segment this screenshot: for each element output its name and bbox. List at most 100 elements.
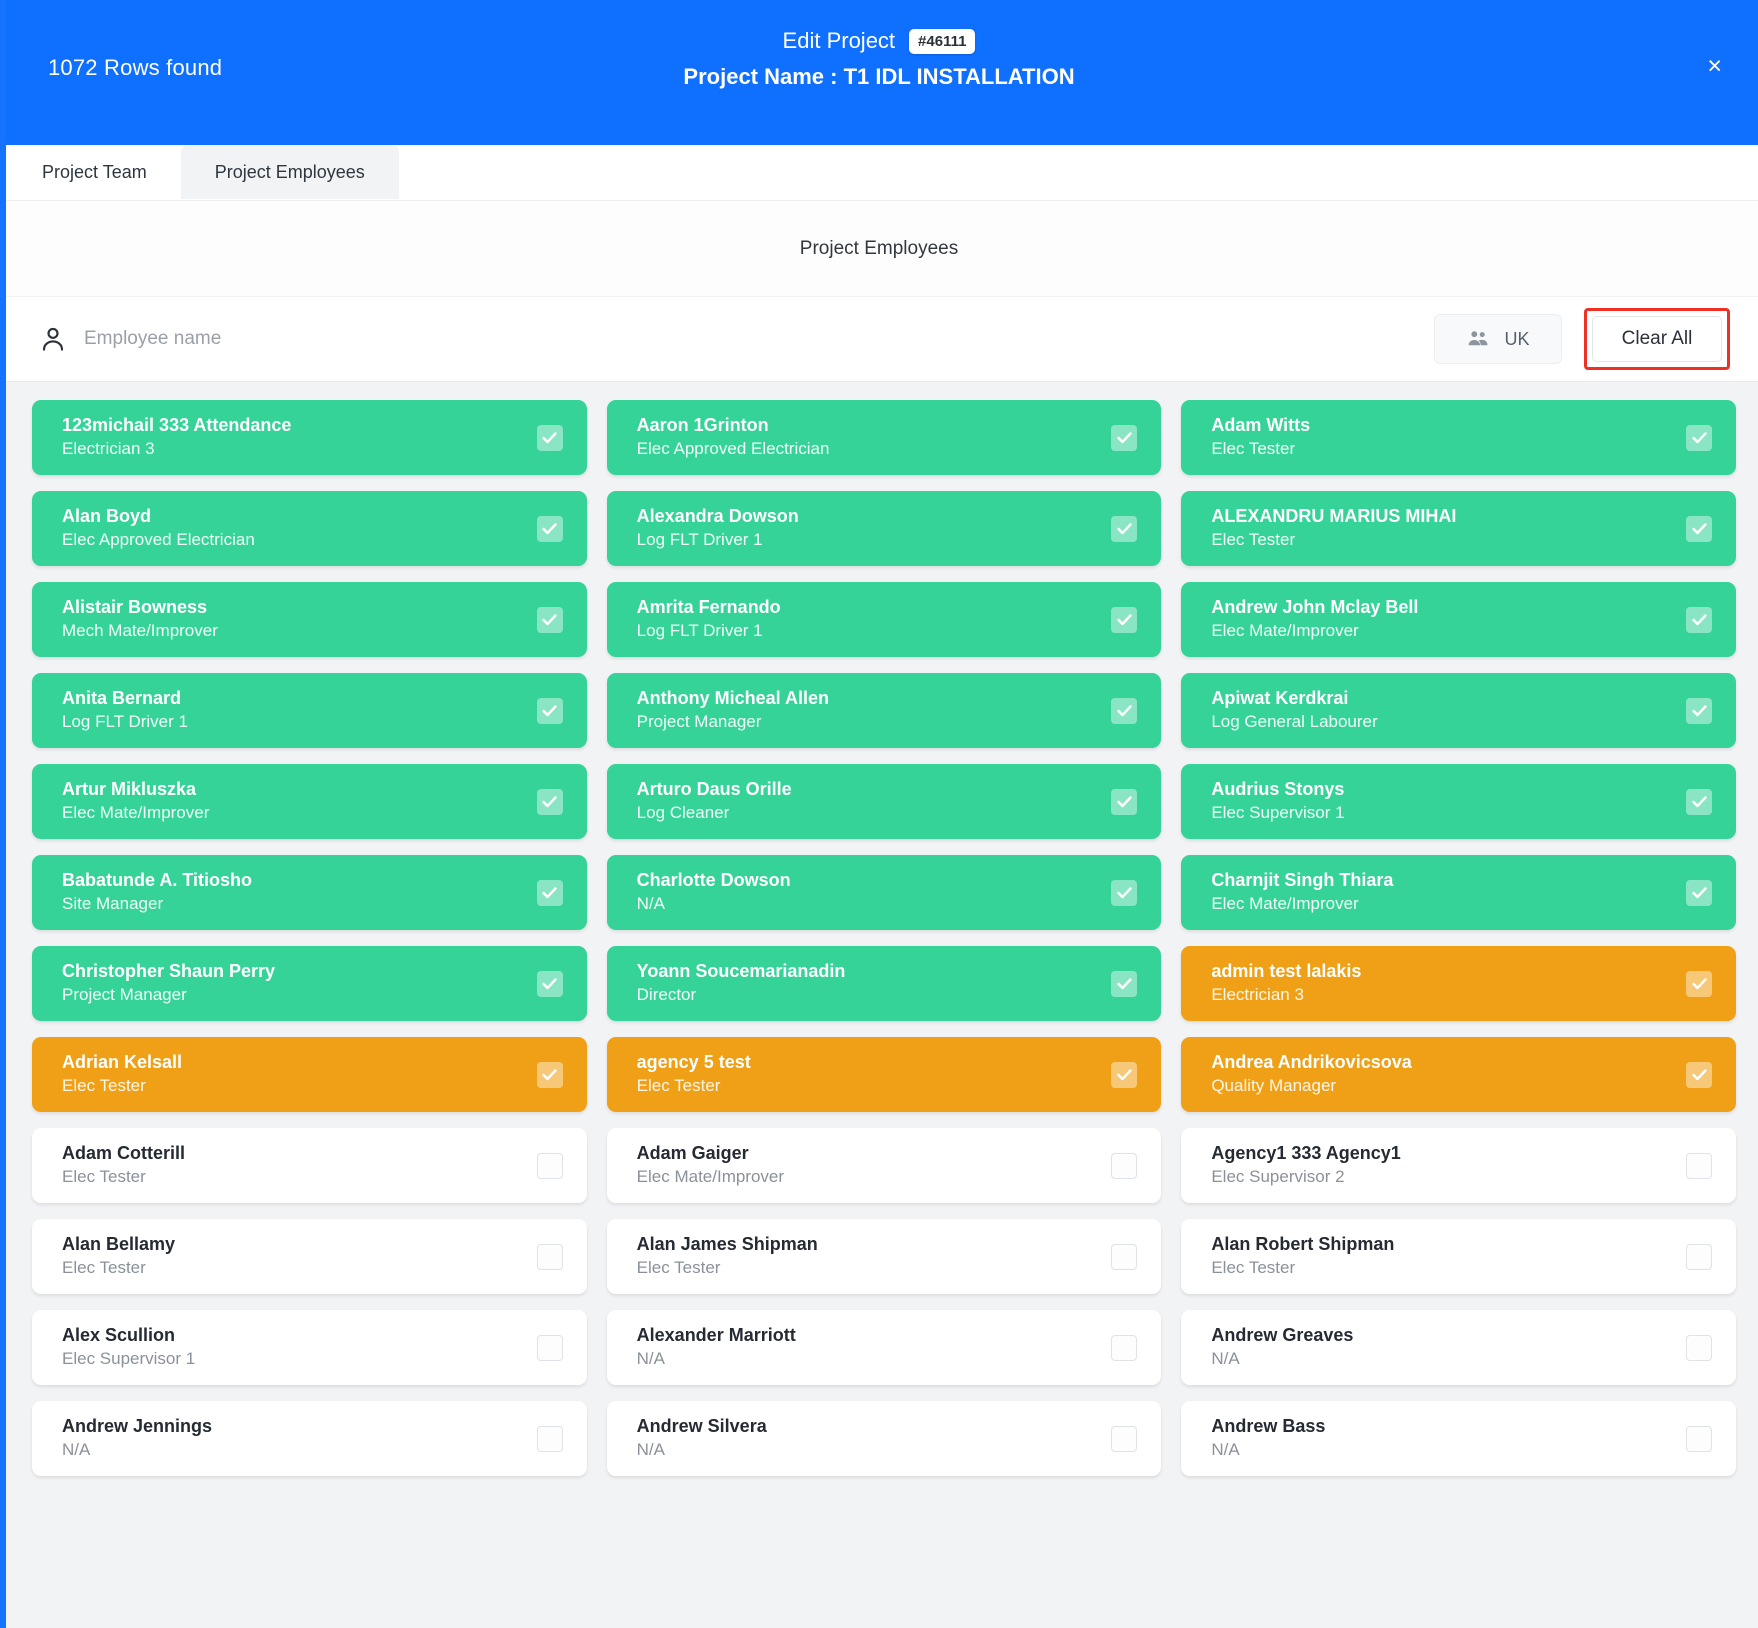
region-filter-label: UK	[1504, 328, 1530, 349]
employee-checkbox-checked[interactable]	[1686, 515, 1712, 542]
employee-card[interactable]: Adam Cotterill Elec Tester	[32, 1128, 587, 1203]
employee-role: Elec Supervisor 1	[62, 1349, 196, 1368]
employee-card[interactable]: Anita Bernard Log FLT Driver 1	[32, 673, 587, 748]
employee-role: Log FLT Driver 1	[636, 530, 763, 549]
employee-card[interactable]: Andrew Bass N/A	[1181, 1401, 1736, 1476]
employee-card[interactable]: Amrita Fernando Log FLT Driver 1	[606, 582, 1162, 657]
employee-card[interactable]: agency 5 test Elec Tester	[606, 1037, 1162, 1112]
employee-role: Elec Tester	[1211, 1258, 1296, 1277]
employee-card[interactable]: Alan Robert Shipman Elec Tester	[1181, 1219, 1736, 1294]
employee-checkbox-checked[interactable]	[1686, 970, 1712, 997]
employee-name: Arturo Daus Orille	[636, 778, 792, 799]
employee-checkbox-checked[interactable]	[1111, 697, 1138, 724]
employee-checkbox-unchecked[interactable]	[1111, 1243, 1138, 1270]
employee-card-text: Andrew Greaves N/A	[1211, 1324, 1672, 1372]
employee-card[interactable]: Arturo Daus Orille Log Cleaner	[606, 764, 1162, 839]
employee-card[interactable]: Aaron 1Grinton Elec Approved Electrician	[606, 400, 1162, 475]
employee-card[interactable]: Alexander Marriott N/A	[606, 1310, 1162, 1385]
employee-checkbox-unchecked[interactable]	[536, 1334, 563, 1361]
clear-all-button[interactable]: Clear All	[1592, 316, 1722, 362]
employee-role: Quality Manager	[1211, 1076, 1337, 1095]
employee-card[interactable]: Yoann Soucemarianadin Director	[606, 946, 1162, 1021]
employee-card[interactable]: Alan Boyd Elec Approved Electrician	[32, 491, 587, 566]
employee-checkbox-checked[interactable]	[536, 515, 563, 542]
employee-checkbox-unchecked[interactable]	[1111, 1425, 1138, 1452]
employee-role: Elec Tester	[1211, 530, 1296, 549]
employee-card[interactable]: Adam Witts Elec Tester	[1181, 400, 1736, 475]
employee-checkbox-checked[interactable]	[536, 424, 563, 451]
employee-checkbox-checked[interactable]	[1111, 424, 1138, 451]
employee-card[interactable]: Alexandra Dowson Log FLT Driver 1	[606, 491, 1162, 566]
employee-checkbox-checked[interactable]	[536, 697, 563, 724]
employee-checkbox-checked[interactable]	[1111, 1061, 1138, 1088]
employee-grid-scroll[interactable]: 123michail 333 Attendance Electrician 3 Aa…	[0, 382, 1758, 1628]
employee-card[interactable]: Alex Scullion Elec Supervisor 1	[32, 1310, 587, 1385]
employee-card[interactable]: Babatunde A. Titiosho Site Manager	[32, 855, 587, 930]
employee-checkbox-checked[interactable]	[1111, 606, 1138, 633]
employee-card[interactable]: Andrew John Mclay Bell Elec Mate/Improver	[1181, 582, 1736, 657]
employee-name-input[interactable]	[84, 322, 1434, 356]
employee-name: Apiwat Kerdkrai	[1211, 687, 1349, 708]
employee-card[interactable]: Adam Gaiger Elec Mate/Improver	[606, 1128, 1162, 1203]
employee-checkbox-unchecked[interactable]	[1686, 1243, 1712, 1270]
employee-card-text: Alan Boyd Elec Approved Electrician	[62, 505, 523, 553]
employee-card[interactable]: Andrew Jennings N/A	[32, 1401, 587, 1476]
employee-card[interactable]: Anthony Micheal Allen Project Manager	[606, 673, 1162, 748]
employee-checkbox-checked[interactable]	[1111, 970, 1138, 997]
employee-card-text: Alan James Shipman Elec Tester	[637, 1233, 1098, 1281]
tab-project-team[interactable]: Project Team	[8, 145, 181, 199]
employee-card-text: Andrew John Mclay Bell Elec Mate/Improver	[1211, 596, 1672, 644]
employee-checkbox-unchecked[interactable]	[536, 1243, 563, 1270]
employee-checkbox-checked[interactable]	[536, 879, 563, 906]
employee-card[interactable]: Alan James Shipman Elec Tester	[606, 1219, 1162, 1294]
employee-card[interactable]: Alistair Bowness Mech Mate/Improver	[32, 582, 587, 657]
employee-card[interactable]: Artur Mikluszka Elec Mate/Improver	[32, 764, 587, 839]
close-icon[interactable]: ×	[1707, 54, 1722, 79]
employee-name: 123michail 333 Attendance	[62, 414, 292, 435]
employee-card[interactable]: Audrius Stonys Elec Supervisor 1	[1181, 764, 1736, 839]
employee-card[interactable]: admin test lalakis Electrician 3	[1181, 946, 1736, 1021]
employee-card[interactable]: Alan Bellamy Elec Tester	[32, 1219, 587, 1294]
employee-card-text: Alan Robert Shipman Elec Tester	[1211, 1233, 1672, 1281]
employee-card-text: Aaron 1Grinton Elec Approved Electrician	[637, 414, 1098, 462]
page-title: Edit Project	[782, 28, 896, 53]
employee-checkbox-checked[interactable]	[1111, 788, 1138, 815]
employee-card[interactable]: Adrian Kelsall Elec Tester	[32, 1037, 587, 1112]
employee-card[interactable]: Apiwat Kerdkrai Log General Labourer	[1181, 673, 1736, 748]
clear-all-highlight: Clear All	[1584, 308, 1730, 370]
employee-checkbox-unchecked[interactable]	[536, 1425, 563, 1452]
employee-card[interactable]: ALEXANDRU MARIUS MIHAI Elec Tester	[1181, 491, 1736, 566]
employee-checkbox-unchecked[interactable]	[1686, 1425, 1712, 1452]
employee-checkbox-unchecked[interactable]	[1111, 1152, 1138, 1179]
employee-card[interactable]: Andrew Greaves N/A	[1181, 1310, 1736, 1385]
employee-checkbox-checked[interactable]	[536, 606, 563, 633]
employee-checkbox-checked[interactable]	[1686, 697, 1712, 724]
employee-card[interactable]: Charnjit Singh Thiara Elec Mate/Improver	[1181, 855, 1736, 930]
employee-card[interactable]: Andrew Silvera N/A	[606, 1401, 1162, 1476]
employee-card[interactable]: Andrea Andrikovicsova Quality Manager	[1181, 1037, 1736, 1112]
employee-checkbox-unchecked[interactable]	[1686, 1334, 1712, 1361]
employee-checkbox-checked[interactable]	[1686, 788, 1712, 815]
region-filter-button[interactable]: UK	[1434, 314, 1562, 364]
employee-checkbox-checked[interactable]	[1111, 515, 1138, 542]
employee-card[interactable]: Christopher Shaun Perry Project Manager	[32, 946, 587, 1021]
edit-project-modal: 1072 Rows found Edit Project #46111 Proj…	[0, 0, 1758, 1628]
employee-card[interactable]: 123michail 333 Attendance Electrician 3	[32, 400, 587, 475]
employee-checkbox-checked[interactable]	[1686, 879, 1712, 906]
employee-checkbox-unchecked[interactable]	[1686, 1152, 1712, 1179]
employee-checkbox-checked[interactable]	[536, 1061, 563, 1088]
employee-card-text: Alexander Marriott N/A	[637, 1324, 1098, 1372]
employee-card-text: Alex Scullion Elec Supervisor 1	[62, 1324, 523, 1372]
employee-card[interactable]: Charlotte Dowson N/A	[606, 855, 1162, 930]
employee-checkbox-checked[interactable]	[1686, 1061, 1712, 1088]
tab-project-employees[interactable]: Project Employees	[180, 145, 399, 199]
employee-checkbox-unchecked[interactable]	[1111, 1334, 1138, 1361]
employee-checkbox-checked[interactable]	[1111, 879, 1138, 906]
employee-checkbox-unchecked[interactable]	[536, 1152, 563, 1179]
employee-checkbox-checked[interactable]	[1686, 606, 1712, 633]
employee-checkbox-checked[interactable]	[536, 788, 563, 815]
employee-checkbox-checked[interactable]	[1686, 424, 1712, 451]
employee-card-text: Anita Bernard Log FLT Driver 1	[62, 687, 523, 735]
employee-checkbox-checked[interactable]	[536, 970, 563, 997]
employee-card[interactable]: Agency1 333 Agency1 Elec Supervisor 2	[1181, 1128, 1736, 1203]
